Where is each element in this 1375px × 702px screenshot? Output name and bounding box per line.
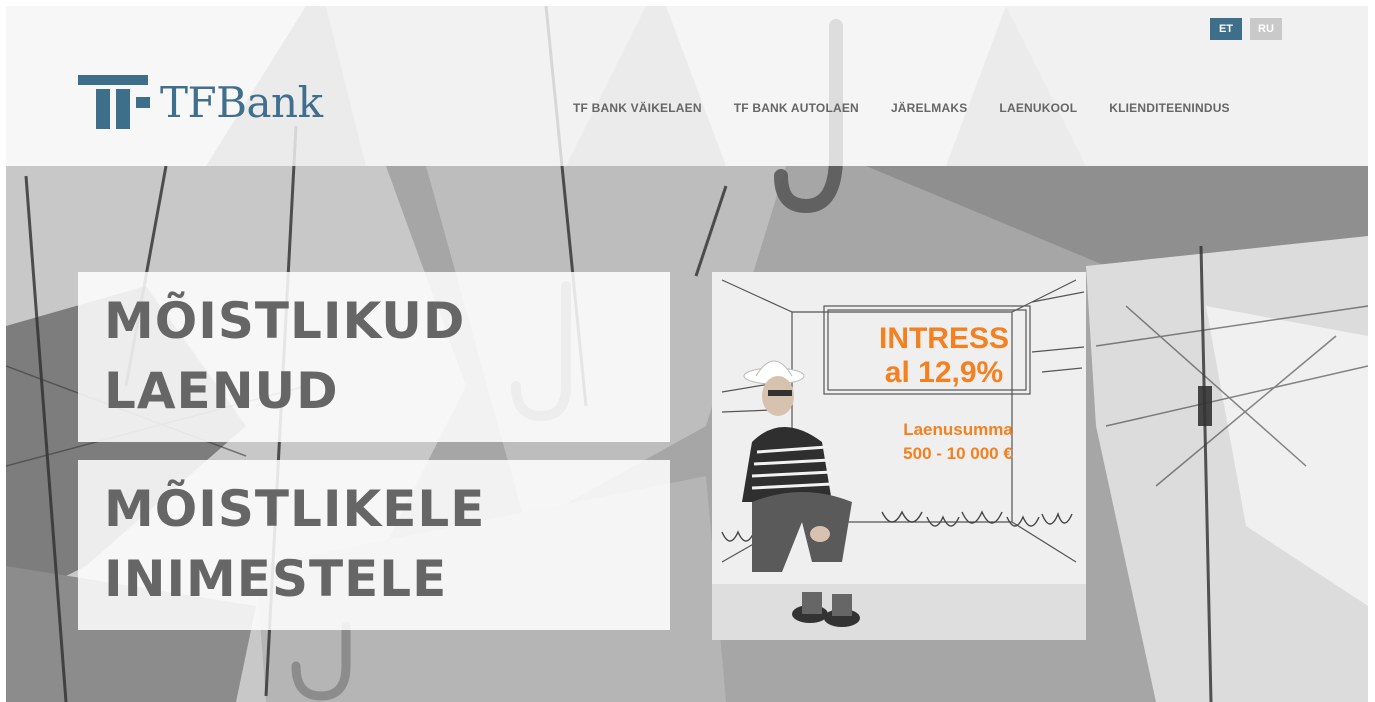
interest-label: INTRESS	[878, 322, 1010, 355]
brand-logo[interactable]: TFBank	[78, 73, 323, 133]
language-switcher: ET RU	[1210, 18, 1282, 40]
nav-item-autolaen[interactable]: TF BANK AUTOLAEN	[734, 101, 859, 115]
nav-item-vaikelaen[interactable]: TF BANK VÄIKELAEN	[573, 101, 702, 115]
loan-promo-banner[interactable]: INTRESS al 12,9% Laenusumma 500 - 10 000…	[712, 272, 1086, 640]
loan-amount-range: 500 - 10 000 €	[903, 444, 1013, 463]
headline-line: MÕISTLIKELE	[104, 480, 486, 538]
nav-item-klienditeenindus[interactable]: KLIENDITEENINDUS	[1109, 101, 1230, 115]
nav-item-jarelmaks[interactable]: JÄRELMAKS	[891, 101, 967, 115]
language-et-button[interactable]: ET	[1210, 18, 1242, 40]
headline-box-secondary: MÕISTLIKELE INIMESTELE	[78, 460, 670, 630]
headline-line: MÕISTLIKUD	[104, 292, 466, 350]
main-navigation: TF BANK VÄIKELAEN TF BANK AUTOLAEN JÄREL…	[573, 101, 1230, 115]
nav-item-laenukool[interactable]: LAENUKOOL	[999, 101, 1077, 115]
tfbank-logo-icon	[78, 75, 156, 131]
brand-name: TFBank	[160, 78, 323, 127]
headline-line: LAENUD	[104, 362, 339, 420]
loan-amount-label: Laenusumma	[903, 420, 1013, 439]
hero-stage: TFBank ET RU TF BANK VÄIKELAEN TF BANK A…	[6, 6, 1368, 702]
interest-value: al 12,9%	[884, 356, 1004, 389]
headline-line: INIMESTELE	[104, 550, 448, 608]
headline-box-primary: MÕISTLIKUD LAENUD	[78, 272, 670, 442]
interest-rate-text: INTRESS al 12,9%	[860, 322, 1028, 390]
loan-amount-text: Laenusumma 500 - 10 000 €	[870, 418, 1046, 466]
language-ru-button[interactable]: RU	[1250, 18, 1282, 40]
